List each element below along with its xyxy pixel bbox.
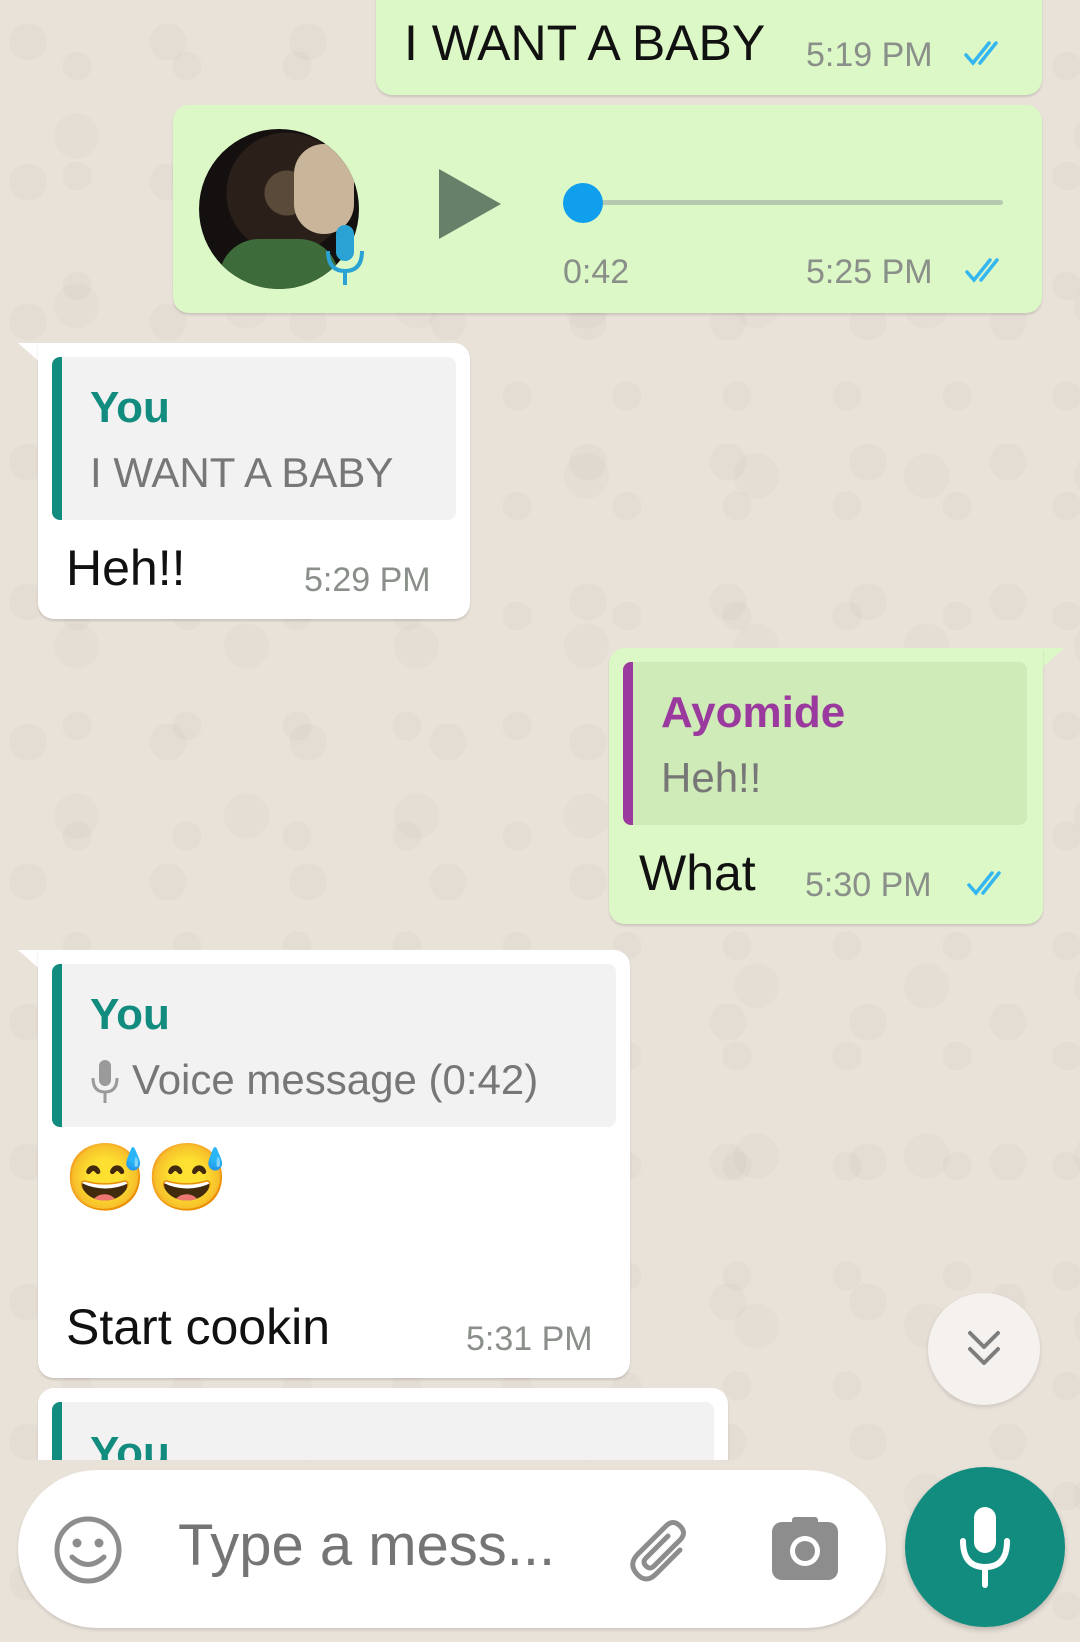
message-incoming[interactable]: You I WANT A BABY Heh!! 5:29 PM	[38, 343, 470, 619]
quoted-message[interactable]: Ayomide Heh!!	[623, 662, 1027, 825]
emoji-icon[interactable]	[52, 1514, 124, 1586]
message-time: 5:19 PM	[806, 36, 933, 74]
quoted-message[interactable]: You I WANT A BABY	[52, 357, 456, 520]
attachment-icon[interactable]	[624, 1514, 700, 1590]
microphone-icon	[960, 1507, 1010, 1588]
message-time: 5:31 PM	[466, 1320, 593, 1358]
read-ticks-icon	[965, 258, 999, 283]
quote-text: Voice message (0:42)	[132, 1056, 539, 1103]
message-emoji: 😅😅	[64, 1140, 229, 1214]
voice-message[interactable]: 0:42 5:25 PM	[173, 105, 1042, 313]
quote-bar	[52, 1402, 62, 1460]
microphone-icon	[326, 225, 364, 285]
message-composer	[18, 1470, 886, 1628]
voice-duration: 0:42	[563, 253, 630, 291]
voice-record-button[interactable]	[905, 1467, 1065, 1627]
double-chevron-down-icon	[968, 1331, 1000, 1365]
voice-progress-track[interactable]	[563, 200, 1003, 205]
message-text: I WANT A BABY	[404, 15, 766, 71]
quote-bar	[52, 964, 62, 1127]
quote-text: Heh!!	[661, 754, 762, 801]
microphone-icon	[91, 1060, 119, 1103]
message-outgoing[interactable]: Ayomide Heh!! What 5:30 PM	[609, 648, 1043, 924]
quoted-message[interactable]: You	[52, 1402, 714, 1460]
quote-bar	[623, 662, 633, 825]
quote-bar	[52, 357, 62, 520]
quote-text: I WANT A BABY	[90, 449, 394, 496]
quote-author: You	[90, 383, 170, 432]
play-icon[interactable]	[435, 165, 505, 243]
quoted-message[interactable]: You Voice message (0:42)	[52, 964, 616, 1127]
quote-author: Ayomide	[661, 688, 846, 737]
message-time: 5:25 PM	[806, 253, 933, 291]
voice-progress-thumb[interactable]	[563, 183, 603, 223]
quote-author: You	[90, 1428, 170, 1460]
read-ticks-icon	[967, 871, 1001, 896]
message-incoming[interactable]: You	[38, 1388, 728, 1460]
camera-icon[interactable]	[770, 1516, 840, 1582]
quote-author: You	[90, 990, 170, 1039]
message-incoming[interactable]: You Voice message (0:42) 😅😅 Start cookin…	[38, 950, 630, 1378]
message-text: What	[639, 845, 756, 901]
message-time: 5:29 PM	[304, 561, 431, 599]
message-input[interactable]	[178, 1512, 598, 1579]
read-ticks-icon	[964, 41, 998, 66]
chat-area[interactable]: I WANT A BABY 5:19 PM 0:42 5:25 PM You I…	[0, 0, 1080, 1460]
message-text: Heh!!	[66, 540, 186, 596]
message-outgoing[interactable]: I WANT A BABY 5:19 PM	[376, 0, 1042, 95]
message-text: Start cookin	[66, 1299, 331, 1355]
scroll-to-bottom-button[interactable]	[928, 1293, 1040, 1405]
message-time: 5:30 PM	[805, 866, 932, 904]
